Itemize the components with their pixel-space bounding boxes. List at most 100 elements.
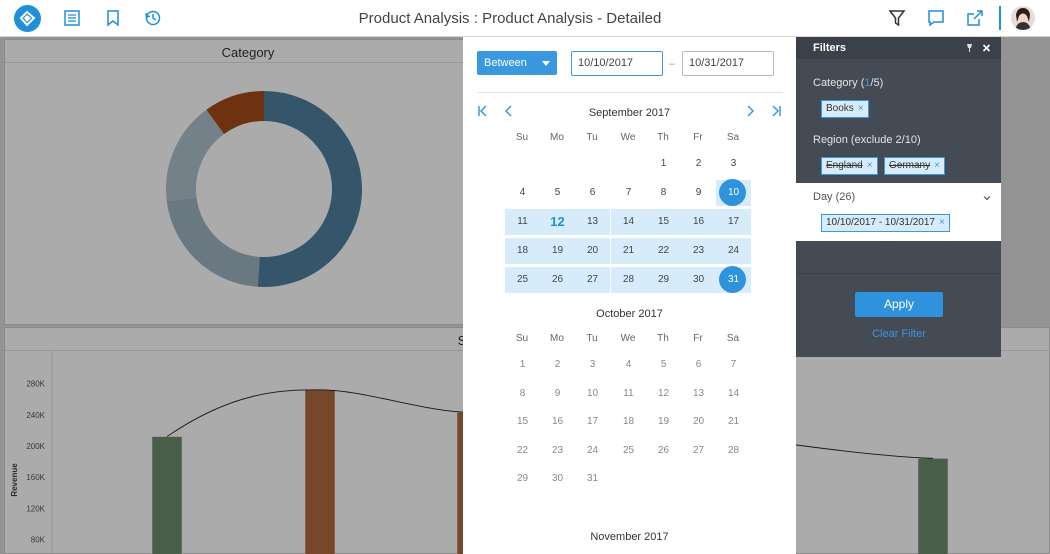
month-title: September 2017 xyxy=(588,107,671,119)
calendar-day[interactable]: 18 xyxy=(611,409,646,435)
calendar-day[interactable]: 11 xyxy=(505,209,540,235)
range-mode-label: Between xyxy=(484,57,527,69)
calendar-day[interactable]: 29 xyxy=(646,267,681,293)
calendar-day[interactable]: 23 xyxy=(540,438,575,464)
calendar-day[interactable]: 27 xyxy=(575,267,610,293)
calendar-day[interactable]: 8 xyxy=(505,381,540,407)
calendar-day[interactable]: 3 xyxy=(716,151,751,177)
calendar-day[interactable]: 1 xyxy=(646,151,681,177)
chip-label: Books xyxy=(826,103,854,114)
region-filter-label[interactable]: Region (exclude 2/10) xyxy=(813,134,921,146)
calendar-day[interactable]: 4 xyxy=(611,352,646,378)
end-date-input[interactable]: 10/31/2017 xyxy=(682,51,774,76)
apply-button[interactable]: Apply xyxy=(855,292,943,317)
calendar-day[interactable]: 31 xyxy=(716,266,751,293)
range-separator: – xyxy=(669,58,676,70)
calendar-day[interactable]: 3 xyxy=(575,352,610,378)
calendar-day[interactable]: 25 xyxy=(611,438,646,464)
calendar-day[interactable]: 12 xyxy=(540,209,575,235)
region-chip[interactable]: Germany × xyxy=(884,157,945,175)
calendar-day[interactable]: 19 xyxy=(540,238,575,264)
calendar-day[interactable]: 20 xyxy=(681,409,716,435)
calendar-day[interactable]: 4 xyxy=(505,180,540,206)
calendar-day[interactable]: 26 xyxy=(540,267,575,293)
calendar-day[interactable]: 17 xyxy=(575,409,610,435)
remove-chip-icon[interactable]: × xyxy=(858,103,864,114)
calendar-day[interactable]: 12 xyxy=(646,381,681,407)
calendar-day[interactable]: 2 xyxy=(540,352,575,378)
avatar[interactable] xyxy=(1011,6,1035,30)
calendar-day[interactable]: 2 xyxy=(681,151,716,177)
bookmark-icon[interactable] xyxy=(103,8,123,28)
app-logo[interactable] xyxy=(14,5,41,32)
category-chip[interactable]: Books × xyxy=(821,100,869,118)
weekday-header: Fr xyxy=(693,333,703,344)
calendar-day[interactable]: 6 xyxy=(681,352,716,378)
filters-panel: Filters Category (1/5) Books × Region (ex… xyxy=(796,37,1001,357)
calendar-day[interactable]: 10 xyxy=(716,179,751,206)
weekday-header: We xyxy=(620,333,636,344)
calendar-day[interactable]: 28 xyxy=(716,438,751,464)
chevron-down-icon[interactable] xyxy=(982,190,992,208)
remove-chip-icon[interactable]: × xyxy=(934,160,940,171)
day-chip[interactable]: 10/10/2017 - 10/31/2017 × xyxy=(821,214,950,232)
calendar-day[interactable]: 24 xyxy=(575,438,610,464)
calendar-day[interactable]: 9 xyxy=(540,381,575,407)
calendar-day[interactable]: 11 xyxy=(611,381,646,407)
comment-icon[interactable] xyxy=(926,8,946,28)
calendar-day[interactable]: 27 xyxy=(681,438,716,464)
calendar-day[interactable]: 10 xyxy=(575,381,610,407)
calendar-day[interactable]: 9 xyxy=(681,180,716,206)
category-filter-label[interactable]: Category (1/5) xyxy=(813,77,883,89)
calendar-day[interactable]: 23 xyxy=(681,238,716,264)
calendar-day[interactable]: 1 xyxy=(505,352,540,378)
calendar-day[interactable]: 18 xyxy=(505,238,540,264)
remove-chip-icon[interactable]: × xyxy=(939,217,945,228)
calendar-day[interactable]: 16 xyxy=(540,409,575,435)
filter-icon[interactable] xyxy=(887,8,907,28)
calendar-day[interactable]: 25 xyxy=(505,267,540,293)
calendar-day[interactable]: 29 xyxy=(505,466,540,492)
range-mode-dropdown[interactable]: Between xyxy=(477,51,557,75)
calendar-day[interactable]: 8 xyxy=(646,180,681,206)
calendar-day[interactable]: 17 xyxy=(716,209,751,235)
calendar-day[interactable]: 7 xyxy=(611,180,646,206)
calendar-day[interactable]: 13 xyxy=(575,209,610,235)
calendar-day[interactable]: 6 xyxy=(575,180,610,206)
calendar-day[interactable]: 7 xyxy=(716,352,751,378)
calendar-day[interactable]: 31 xyxy=(575,466,610,492)
region-chip[interactable]: England × xyxy=(821,157,878,175)
day-filter-label[interactable]: Day (26) xyxy=(813,191,855,203)
calendar-day[interactable]: 14 xyxy=(611,209,646,235)
calendar-day[interactable]: 5 xyxy=(646,352,681,378)
calendar-day[interactable]: 19 xyxy=(646,409,681,435)
calendar-day[interactable]: 30 xyxy=(681,267,716,293)
start-date-input[interactable]: 10/10/2017 xyxy=(571,51,663,76)
pin-icon[interactable] xyxy=(965,37,974,67)
calendar-day[interactable]: 14 xyxy=(716,381,751,407)
calendar-day[interactable]: 21 xyxy=(611,238,646,264)
history-icon[interactable] xyxy=(143,8,163,28)
chevron-down-icon xyxy=(542,61,550,66)
calendar-day[interactable]: 15 xyxy=(646,209,681,235)
calendar-day[interactable]: 16 xyxy=(681,209,716,235)
share-icon[interactable] xyxy=(965,8,985,28)
calendar-day[interactable]: 30 xyxy=(540,466,575,492)
calendar-day[interactable]: 22 xyxy=(505,438,540,464)
remove-chip-icon[interactable]: × xyxy=(867,160,873,171)
calendar-day[interactable]: 26 xyxy=(646,438,681,464)
close-icon[interactable] xyxy=(982,37,991,67)
calendar-day[interactable]: 5 xyxy=(540,180,575,206)
weekday-header: Mo xyxy=(550,132,564,143)
toolbar-divider xyxy=(999,6,1001,30)
calendar-day[interactable]: 20 xyxy=(575,238,610,264)
calendar-day[interactable]: 21 xyxy=(716,409,751,435)
calendar-day[interactable]: 15 xyxy=(505,409,540,435)
weekday-header: Tu xyxy=(586,333,598,344)
clear-filter-link[interactable]: Clear Filter xyxy=(855,328,943,340)
calendar-day[interactable]: 13 xyxy=(681,381,716,407)
calendar-day[interactable]: 28 xyxy=(611,267,646,293)
calendar-day[interactable]: 24 xyxy=(716,238,751,264)
list-icon[interactable] xyxy=(62,8,82,28)
calendar-day[interactable]: 22 xyxy=(646,238,681,264)
